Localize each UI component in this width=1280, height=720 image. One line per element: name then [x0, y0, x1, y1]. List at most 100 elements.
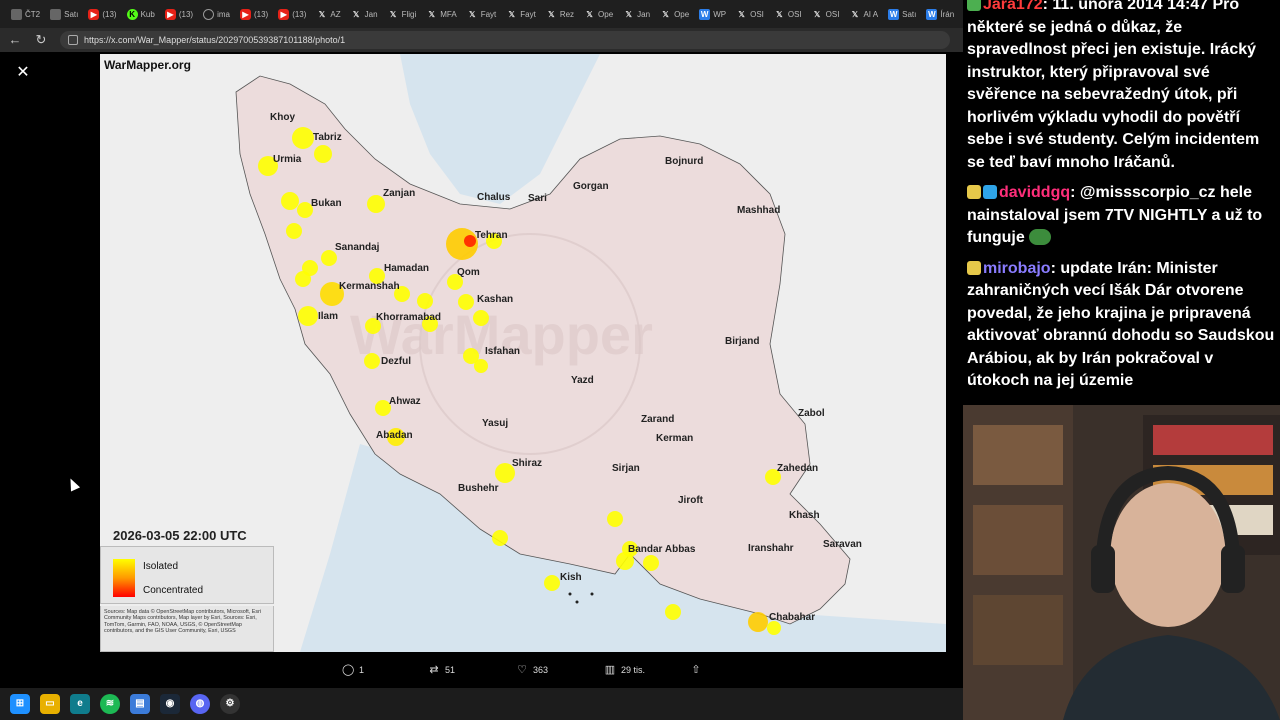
city-label: Zarand	[641, 414, 675, 425]
map-timestamp: 2026-03-05 22:00 UTC	[113, 528, 247, 543]
mouse-cursor	[65, 476, 81, 492]
city-label: Kashan	[477, 294, 514, 305]
chat-message: Jara172: 11. února 2014 14:47 Pro někter…	[967, 0, 1276, 174]
badge-icon	[967, 0, 981, 11]
city-label: Sirjan	[612, 463, 640, 474]
browser-tab[interactable]: 𝕏 Jan	[618, 4, 655, 24]
repost-button[interactable]: ⇄ 51	[428, 664, 455, 676]
webcam-image	[963, 405, 1280, 720]
spotify-icon[interactable]: ≋	[100, 694, 120, 714]
site-info-icon[interactable]	[68, 35, 78, 45]
browser-tab[interactable]: 𝕏 Rez	[541, 4, 579, 24]
map-image[interactable]: WarMapper WarMapper.org Khoy Tabriz Urmi…	[100, 54, 946, 652]
legend-gradient	[113, 559, 135, 597]
browser-tab[interactable]: 𝕏 Fligi	[383, 4, 422, 24]
tab-label: Ope	[598, 9, 614, 19]
tab-label: OSI	[787, 9, 802, 19]
city-label: Ilam	[318, 311, 339, 322]
back-icon[interactable]: ←	[4, 29, 26, 51]
tab-label: OSI	[825, 9, 840, 19]
tab-label: (13)	[253, 9, 269, 19]
address-bar: ← ↻ https://x.com/War_Mapper/status/2029…	[0, 28, 963, 52]
chat-message: mirobajo: update Irán: Minister zahranič…	[967, 259, 1275, 390]
reload-icon[interactable]: ↻	[30, 29, 52, 51]
tab-label: (13)	[178, 9, 194, 19]
tab-label: (13)	[292, 9, 307, 19]
badge-icon	[967, 260, 981, 275]
browser-tab[interactable]: ČT2	[6, 4, 45, 24]
browser-tab[interactable]: 𝕏 Ope	[579, 4, 618, 24]
notepad-icon[interactable]: ▤	[130, 694, 150, 714]
like-button[interactable]: ♡ 363	[516, 664, 548, 676]
browser-tab[interactable]: ▶ (13)	[83, 4, 121, 24]
city-label: Mashhad	[737, 205, 781, 216]
x-logo-icon: 𝕏	[352, 9, 360, 19]
city-label: Urmia	[273, 154, 302, 165]
browser-tab[interactable]: 𝕏 Ope	[655, 4, 694, 24]
x-logo-icon: 𝕏	[625, 9, 632, 19]
browser-tab[interactable]: 𝕏 MFA	[421, 4, 461, 24]
site-icon: W	[699, 8, 711, 20]
windows-start-icon[interactable]: ⊞	[10, 694, 30, 714]
tab-label: Jan	[364, 9, 378, 19]
views-button[interactable]: ▥ 29 tis.	[604, 664, 645, 676]
edge-icon[interactable]: e	[70, 694, 90, 714]
like-count: 363	[533, 665, 549, 675]
url-field[interactable]: https://x.com/War_Mapper/status/20297005…	[60, 31, 950, 49]
browser-tab[interactable]: ▶ (13)	[160, 4, 198, 24]
browser-tab[interactable]: W Satı	[883, 4, 921, 24]
browser-tab[interactable]: W Írán	[921, 4, 959, 24]
tab-label: Írán	[940, 9, 955, 19]
page-icon	[50, 8, 62, 20]
browser-tab[interactable]: ▶ (13)	[273, 4, 311, 24]
share-button[interactable]: ⇧	[690, 664, 702, 676]
browser-tab[interactable]: 𝕏 OSI	[731, 4, 769, 24]
browser-tab[interactable]: Satı	[45, 4, 83, 24]
city-label: Kish	[560, 572, 582, 583]
chat-text: update Irán: Minister zahraničných vecí …	[967, 259, 1275, 390]
browser-tab[interactable]: 𝕏 AZ	[311, 4, 345, 24]
x-logo-icon: 𝕏	[813, 9, 821, 19]
browser-tab[interactable]: 𝕏 Fayt	[462, 4, 502, 24]
browser-tab[interactable]: 𝕏 OSI	[769, 4, 807, 24]
city-label: Isfahan	[485, 346, 521, 357]
chat-username[interactable]: Jara172	[983, 0, 1043, 13]
chat-username[interactable]: mirobajo	[983, 260, 1051, 277]
browser-window: ČT2 Satı ▶ (13) K Kub ▶ (13) ima ▶ (13) ▶ (13) 𝕏 AZ 𝕏 Ja…	[0, 0, 963, 688]
chat-text: 11. února 2014 14:47 Pro některé se jedn…	[967, 0, 1260, 171]
x-logo-icon: 𝕏	[738, 9, 745, 19]
map-brand: WarMapper.org	[104, 58, 191, 72]
city-label: Zabol	[798, 408, 825, 419]
tab-label: OSI	[750, 9, 764, 19]
browser-tab[interactable]: W WP	[694, 4, 731, 24]
discord-icon[interactable]: ◍	[190, 694, 210, 714]
city-label: Chalus	[477, 192, 511, 203]
city-label: Khorramabad	[376, 312, 442, 323]
city-label: Zanjan	[383, 188, 416, 199]
close-icon[interactable]: ✕	[14, 64, 32, 82]
steam-icon[interactable]: ◉	[160, 694, 180, 714]
browser-tab[interactable]: 𝕏 AI A	[844, 4, 883, 24]
city-label: Birjand	[725, 336, 760, 347]
map-sources: Sources: Map data © OpenStreetMap contri…	[100, 606, 274, 652]
browser-tab[interactable]: ▶ (13)	[235, 4, 273, 24]
city-label: Kerman	[656, 433, 694, 444]
file-explorer-icon[interactable]: ▭	[40, 694, 60, 714]
reply-button[interactable]: ◯ 1	[342, 664, 364, 676]
chat-username[interactable]: daviddgq	[999, 184, 1070, 201]
youtube-icon: ▶	[278, 8, 290, 20]
browser-tab[interactable]: 𝕏 OSI	[807, 4, 845, 24]
city-label: Qom	[457, 267, 480, 278]
youtube-icon: ▶	[239, 8, 251, 20]
x-logo-icon: 𝕏	[428, 9, 435, 19]
youtube-icon: ▶	[164, 8, 176, 20]
browser-tab[interactable]: 𝕏 Jan	[346, 4, 383, 24]
x-logo-icon: 𝕏	[508, 9, 515, 19]
browser-tab[interactable]: ima	[198, 4, 235, 24]
app-icon[interactable]: ⚙	[220, 694, 240, 714]
browser-tab[interactable]: K Kub	[122, 4, 160, 24]
map-legend: Isolated Concentrated	[100, 546, 274, 604]
city-label: Dezful	[381, 356, 411, 367]
globe-icon	[203, 8, 215, 20]
browser-tab[interactable]: 𝕏 Fayt	[501, 4, 541, 24]
